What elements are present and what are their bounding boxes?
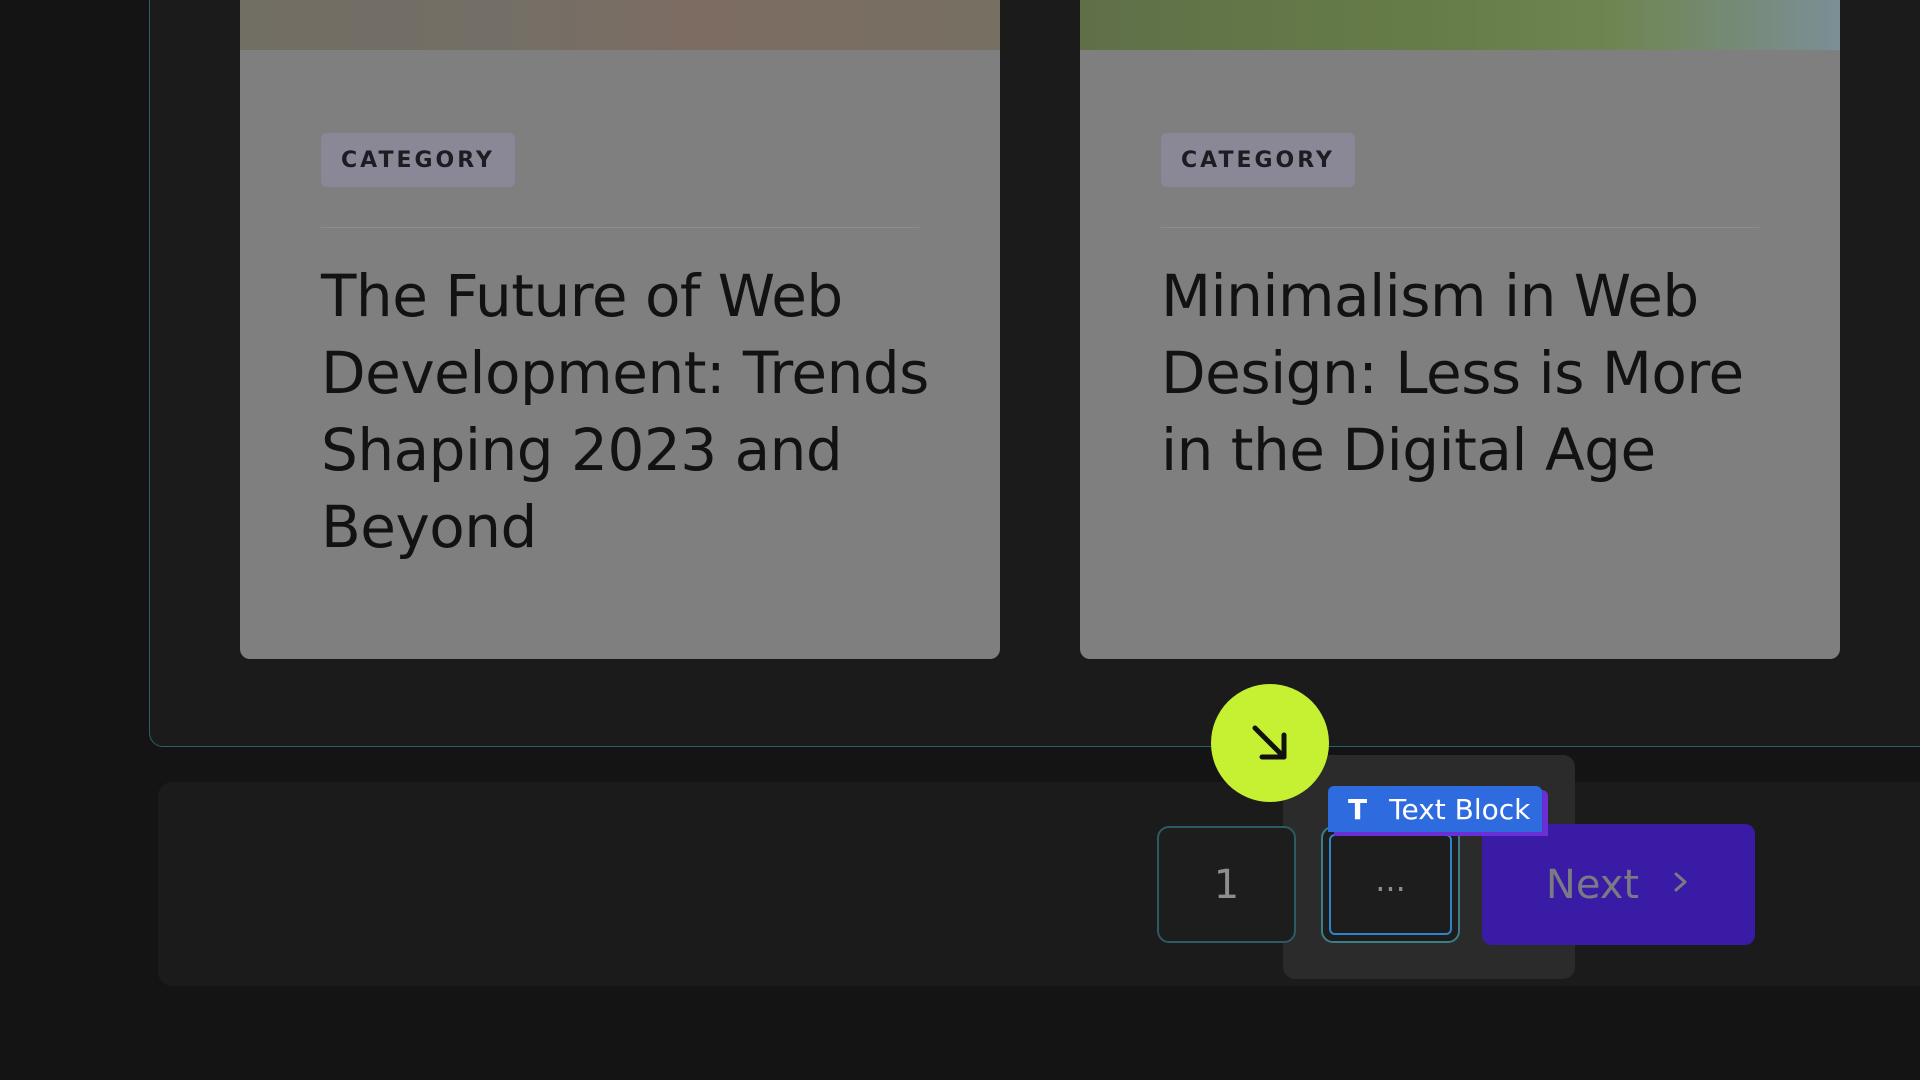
editor-canvas: CATEGORY The Future of Web Development: … — [0, 0, 1920, 1080]
card-divider — [321, 227, 919, 228]
chevron-right-icon — [1671, 867, 1691, 903]
element-type-label: Text Block — [1389, 792, 1531, 826]
cursor-bubble — [1211, 684, 1329, 802]
next-button[interactable]: Next — [1482, 824, 1755, 945]
pagination-ellipsis[interactable]: ... — [1321, 826, 1460, 943]
page-1-label: 1 — [1213, 861, 1240, 908]
category-badge: CATEGORY — [1161, 133, 1355, 187]
next-label: Next — [1545, 861, 1640, 908]
card-divider — [1161, 227, 1759, 228]
blog-card[interactable]: CATEGORY The Future of Web Development: … — [240, 0, 1000, 659]
blog-card-thumbnail — [1080, 0, 1840, 50]
blog-card[interactable]: CATEGORY Minimalism in Web Design: Less … — [1080, 0, 1840, 659]
blog-card-title[interactable]: The Future of Web Development: Trends Sh… — [321, 258, 931, 566]
text-type-icon: T — [1348, 792, 1368, 826]
arrow-down-right-icon — [1252, 725, 1287, 760]
element-type-tag[interactable]: T Text Block — [1328, 786, 1543, 832]
blog-card-title[interactable]: Minimalism in Web Design: Less is More i… — [1161, 258, 1771, 489]
text-block-selection-outline — [1329, 834, 1452, 935]
chevron-right-icon-svg — [1674, 872, 1687, 891]
blog-card-thumbnail — [240, 0, 1000, 50]
category-badge: CATEGORY — [321, 133, 515, 187]
page-1-button[interactable]: 1 — [1157, 826, 1296, 943]
